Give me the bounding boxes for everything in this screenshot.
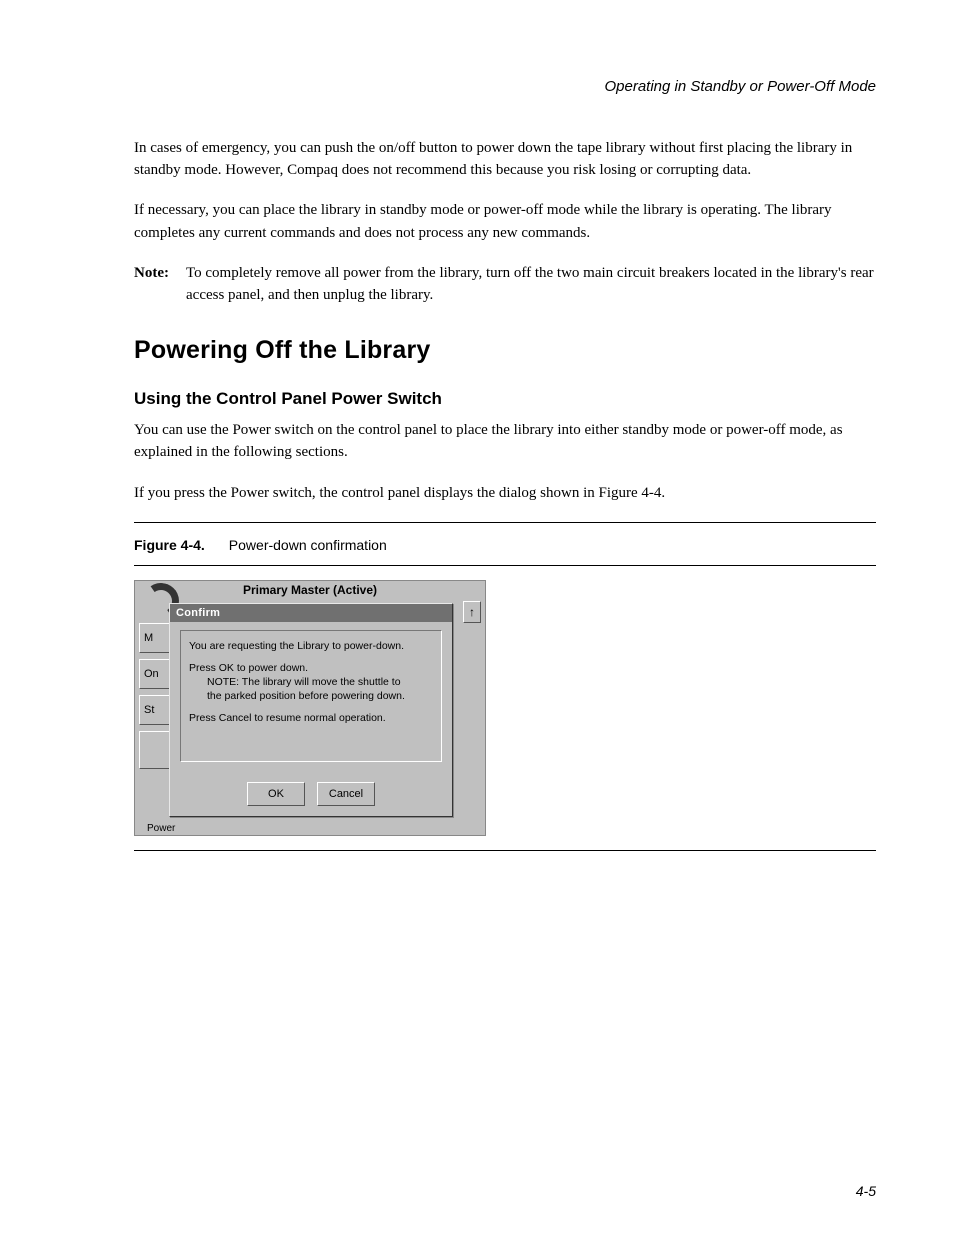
page-container: Operating in Standby or Power-Off Mode I… [0, 0, 954, 1235]
scroll-up-button[interactable]: ↑ [463, 601, 481, 623]
dialog-note-2: the parked position before powering down… [189, 689, 433, 703]
figure-title: Power-down confirmation [229, 537, 387, 553]
note-block: Note: To completely remove all power fro… [134, 262, 876, 306]
dialog-message-box: You are requesting the Library to power-… [180, 630, 442, 762]
note-label: Note: [134, 262, 186, 306]
window-title: Primary Master (Active) [135, 583, 485, 597]
arrow-up-icon: ↑ [469, 605, 475, 619]
paragraph-emergency: In cases of emergency, you can push the … [134, 137, 876, 181]
running-head: Operating in Standby or Power-Off Mode [134, 78, 876, 95]
figure-caption: Figure 4-4. Power-down confirmation [134, 527, 876, 561]
paragraph-power-switch-modes: You can use the Power switch on the cont… [134, 419, 876, 463]
dialog-line-3: Press Cancel to resume normal operation. [189, 711, 433, 725]
ok-button[interactable]: OK [247, 782, 305, 806]
power-label: Power [147, 823, 175, 834]
dialog-note-1: NOTE: The library will move the shuttle … [189, 675, 433, 689]
dialog-title-text: Confirm [176, 607, 220, 619]
cancel-button[interactable]: Cancel [317, 782, 375, 806]
heading-control-panel-switch: Using the Control Panel Power Switch [134, 389, 876, 409]
paragraph-dialog-ref: If you press the Power switch, the contr… [134, 482, 876, 504]
library-panel-window: Primary Master (Active) ↑ M On St Power … [134, 580, 486, 836]
figure-label: Figure 4-4. [134, 537, 205, 553]
figure-rule-mid [134, 565, 876, 566]
dialog-button-row: OK Cancel [170, 782, 452, 806]
dialog-line-1: You are requesting the Library to power-… [189, 639, 433, 653]
heading-powering-off: Powering Off the Library [134, 336, 876, 365]
figure-area: Primary Master (Active) ↑ M On St Power … [134, 570, 876, 846]
running-head-text: Operating in Standby or Power-Off Mode [604, 78, 876, 95]
figure-rule-bottom [134, 850, 876, 851]
confirm-dialog: Confirm You are requesting the Library t… [169, 603, 453, 817]
dialog-line-2: Press OK to power down. [189, 661, 433, 675]
figure-rule-top [134, 522, 876, 523]
paragraph-standby-info: If necessary, you can place the library … [134, 199, 876, 243]
note-text: To completely remove all power from the … [186, 262, 876, 306]
dialog-titlebar: Confirm [170, 604, 452, 622]
page-number: 4-5 [856, 1183, 876, 1199]
